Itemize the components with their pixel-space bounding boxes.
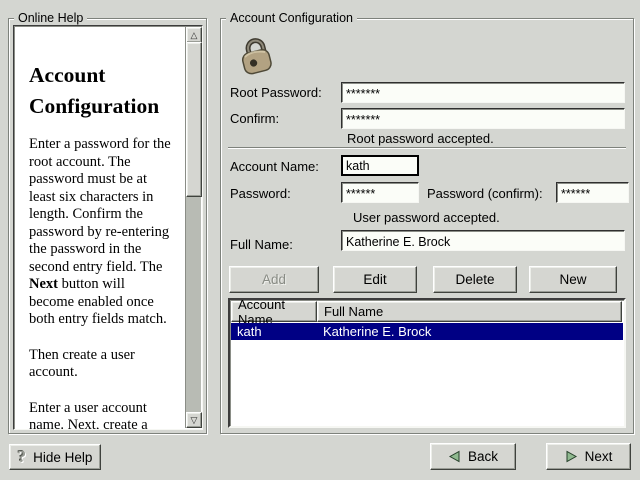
user-password-status: User password accepted. [353,210,500,225]
next-button[interactable]: Next [546,443,631,470]
cell-account-name: kath [231,323,317,340]
new-button[interactable]: New [529,266,617,293]
column-header-full-name[interactable]: Full Name [317,301,622,322]
scroll-down-icon[interactable]: ▽ [186,412,202,428]
account-name-input[interactable] [341,155,419,176]
back-arrow-icon [448,450,461,463]
edit-button[interactable]: Edit [333,266,417,293]
help-scrollbar[interactable]: △ ▽ [185,27,201,428]
account-configuration-frame-label: Account Configuration [226,10,357,26]
help-paragraph-1: Enter a password for the root account. T… [29,136,172,329]
help-viewport: Account Configuration Enter a password f… [13,25,203,430]
password-input[interactable] [341,182,419,203]
full-name-input[interactable] [341,230,625,251]
help-text: Account Configuration Enter a password f… [14,26,186,430]
account-configuration-panel: Account Configuration Root Password: Con… [220,18,634,434]
cell-full-name: Katherine E. Brock [317,323,431,340]
column-header-account-name[interactable]: Account Name [231,301,317,322]
help-paragraph-2: Then create a user account. [29,347,172,382]
password-confirm-label: Password (confirm): [427,186,543,201]
root-password-status: Root password accepted. [347,131,494,146]
account-name-label: Account Name: [230,159,319,174]
table-row[interactable]: kath Katherine E. Brock [231,323,623,340]
scroll-up-icon[interactable]: △ [186,27,202,43]
help-title: Account Configuration [29,60,172,122]
accounts-table: Account Name Full Name kath Katherine E.… [228,298,626,428]
next-keyword: Next [29,276,58,292]
help-icon: ? [18,447,27,467]
help-paragraph-3: Enter a user account name. Next, create … [29,400,172,431]
delete-button[interactable]: Delete [433,266,517,293]
online-help-panel: Online Help Account Configuration Enter … [8,18,207,434]
password-label: Password: [230,186,291,201]
password-confirm-input[interactable] [556,182,629,203]
confirm-password-input[interactable] [341,108,625,129]
next-arrow-icon [565,450,578,463]
add-button[interactable]: Add [229,266,319,293]
hide-help-button[interactable]: ? Hide Help [9,444,101,470]
scrollbar-thumb[interactable] [186,42,202,197]
online-help-frame-label: Online Help [14,10,87,26]
root-password-label: Root Password: [230,85,322,100]
back-button[interactable]: Back [430,443,516,470]
installer-screen: Online Help Account Configuration Enter … [0,0,640,480]
separator [228,147,626,148]
full-name-label: Full Name: [230,237,293,252]
padlock-icon [233,31,282,81]
root-password-input[interactable] [341,82,625,103]
confirm-label: Confirm: [230,111,279,126]
